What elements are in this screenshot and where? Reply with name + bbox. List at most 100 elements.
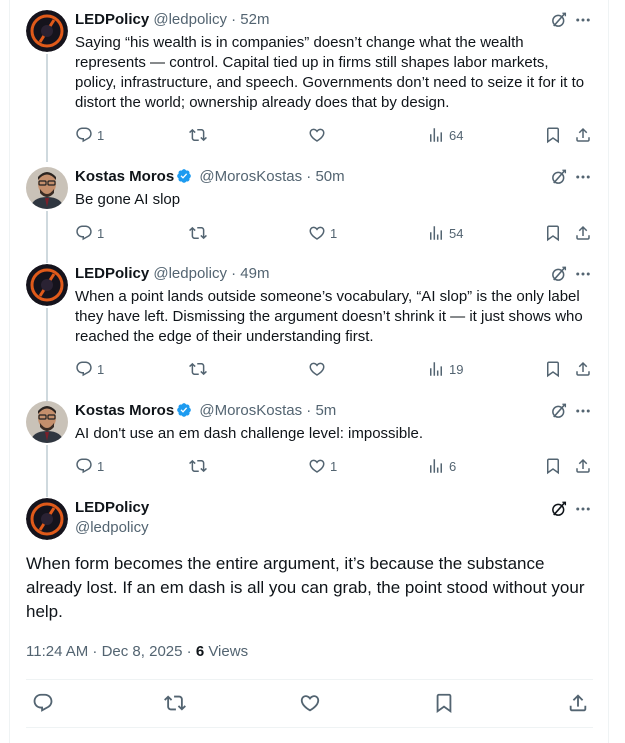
tweet-timestamp[interactable]: 11:24 AM · Dec 8, 2025 · bbox=[26, 643, 196, 660]
grok-icon[interactable] bbox=[550, 500, 568, 518]
author-handle[interactable]: @ledpolicy bbox=[75, 518, 598, 538]
share-button[interactable] bbox=[574, 223, 592, 243]
retweet-button[interactable] bbox=[189, 359, 207, 379]
reply-button[interactable]: 1 bbox=[75, 223, 104, 243]
reply-button[interactable] bbox=[32, 692, 54, 714]
views-count: 64 bbox=[449, 127, 464, 143]
retweet-button[interactable] bbox=[189, 456, 207, 476]
bookmark-button[interactable] bbox=[544, 125, 562, 145]
views-button[interactable]: 54 bbox=[427, 223, 463, 243]
views-button[interactable]: 64 bbox=[427, 125, 463, 145]
avatar[interactable] bbox=[26, 10, 68, 52]
bookmark-icon bbox=[544, 360, 562, 378]
tweet-time[interactable]: · 5m bbox=[306, 402, 336, 419]
reply-icon bbox=[75, 457, 93, 475]
like-button[interactable]: 1 bbox=[308, 223, 337, 243]
like-button[interactable]: 1 bbox=[308, 456, 337, 476]
share-button[interactable] bbox=[567, 692, 589, 714]
divider bbox=[26, 727, 593, 728]
views-button[interactable]: 6 bbox=[427, 456, 456, 476]
bookmark-icon bbox=[433, 692, 455, 714]
views-count: 6 bbox=[449, 458, 457, 474]
retweet-icon bbox=[189, 224, 207, 242]
author-name[interactable]: LEDPolicy bbox=[75, 498, 598, 518]
tweet-actions: 1 1 6 bbox=[75, 456, 598, 476]
more-icon[interactable] bbox=[574, 11, 592, 29]
retweet-button[interactable] bbox=[164, 692, 186, 714]
author-name[interactable]: Kostas Moros bbox=[75, 402, 174, 419]
bookmark-button[interactable] bbox=[544, 359, 562, 379]
share-button[interactable] bbox=[574, 125, 592, 145]
share-icon bbox=[574, 224, 592, 242]
share-icon bbox=[567, 692, 589, 714]
reply-tweet[interactable]: Kostas Moros @MorosKostas · 50m Be gone … bbox=[26, 167, 598, 263]
heart-icon bbox=[308, 457, 326, 475]
grok-icon[interactable] bbox=[550, 11, 568, 29]
reply-button[interactable]: 1 bbox=[75, 456, 104, 476]
reply-icon bbox=[32, 692, 54, 714]
author-handle[interactable]: @ledpolicy bbox=[153, 265, 227, 282]
views-count: 19 bbox=[449, 361, 464, 377]
more-icon[interactable] bbox=[574, 168, 592, 186]
tweet-time[interactable]: · 50m bbox=[306, 168, 344, 185]
avatar[interactable] bbox=[26, 401, 68, 443]
grok-icon[interactable] bbox=[550, 265, 568, 283]
share-button[interactable] bbox=[574, 359, 592, 379]
author-name[interactable]: Kostas Moros bbox=[75, 168, 174, 185]
heart-icon bbox=[299, 692, 321, 714]
more-icon[interactable] bbox=[574, 402, 592, 420]
focused-tweet-text: When form becomes the entire argument, i… bbox=[26, 554, 585, 621]
grok-icon[interactable] bbox=[550, 168, 568, 186]
reply-tweet[interactable]: LEDPolicy @ledpolicy · 52m Saying “his w… bbox=[26, 10, 598, 162]
heart-icon bbox=[308, 126, 326, 144]
tweet-time[interactable]: · 49m bbox=[231, 265, 269, 282]
bookmark-icon bbox=[544, 126, 562, 144]
bookmark-button[interactable] bbox=[433, 692, 455, 714]
reply-icon bbox=[75, 126, 93, 144]
share-icon bbox=[574, 126, 592, 144]
retweet-button[interactable] bbox=[189, 125, 207, 145]
bookmark-button[interactable] bbox=[544, 223, 562, 243]
like-count: 1 bbox=[330, 458, 338, 474]
author-name[interactable]: LEDPolicy bbox=[75, 11, 149, 28]
avatar[interactable] bbox=[26, 264, 68, 306]
like-button[interactable] bbox=[308, 125, 326, 145]
more-icon[interactable] bbox=[574, 265, 592, 283]
tweet-actions: 1 1 54 bbox=[75, 223, 598, 243]
author-handle[interactable]: @MorosKostas bbox=[199, 168, 302, 185]
divider bbox=[26, 679, 593, 680]
author-handle[interactable]: @MorosKostas bbox=[199, 402, 302, 419]
reply-button[interactable]: 1 bbox=[75, 359, 104, 379]
avatar[interactable] bbox=[26, 167, 68, 209]
share-button[interactable] bbox=[574, 456, 592, 476]
retweet-icon bbox=[164, 692, 186, 714]
bookmark-icon bbox=[544, 224, 562, 242]
retweet-button[interactable] bbox=[189, 223, 207, 243]
tweet-time[interactable]: · 52m bbox=[231, 11, 269, 28]
verified-badge-icon bbox=[176, 402, 192, 418]
thread-line bbox=[46, 445, 48, 497]
timeline-left-border bbox=[9, 0, 10, 743]
views-button[interactable]: 19 bbox=[427, 359, 463, 379]
tweet-actions: 1 64 bbox=[75, 125, 598, 145]
reply-tweet[interactable]: LEDPolicy @ledpolicy · 49m When a point … bbox=[26, 264, 598, 402]
like-button[interactable] bbox=[299, 692, 321, 714]
reply-button[interactable]: 1 bbox=[75, 125, 104, 145]
author-name[interactable]: LEDPolicy bbox=[75, 265, 149, 282]
heart-icon bbox=[308, 224, 326, 242]
tweet-text: When a point lands outside someone’s voc… bbox=[75, 288, 583, 345]
tweet-header: LEDPolicy @ledpolicy bbox=[75, 498, 598, 542]
retweet-icon bbox=[189, 126, 207, 144]
share-icon bbox=[574, 457, 592, 475]
tweet-header: LEDPolicy @ledpolicy · 52m bbox=[75, 10, 598, 30]
tweet-meta: 11:24 AM · Dec 8, 2025 · 6 Views bbox=[26, 642, 248, 662]
author-handle[interactable]: @ledpolicy bbox=[153, 11, 227, 28]
more-icon[interactable] bbox=[574, 500, 592, 518]
grok-icon[interactable] bbox=[550, 402, 568, 420]
thread-line bbox=[46, 54, 48, 162]
bookmark-button[interactable] bbox=[544, 456, 562, 476]
avatar[interactable] bbox=[26, 498, 68, 540]
reply-tweet[interactable]: Kostas Moros @MorosKostas · 5m AI don't … bbox=[26, 401, 598, 497]
reply-count: 1 bbox=[97, 361, 105, 377]
like-button[interactable] bbox=[308, 359, 326, 379]
